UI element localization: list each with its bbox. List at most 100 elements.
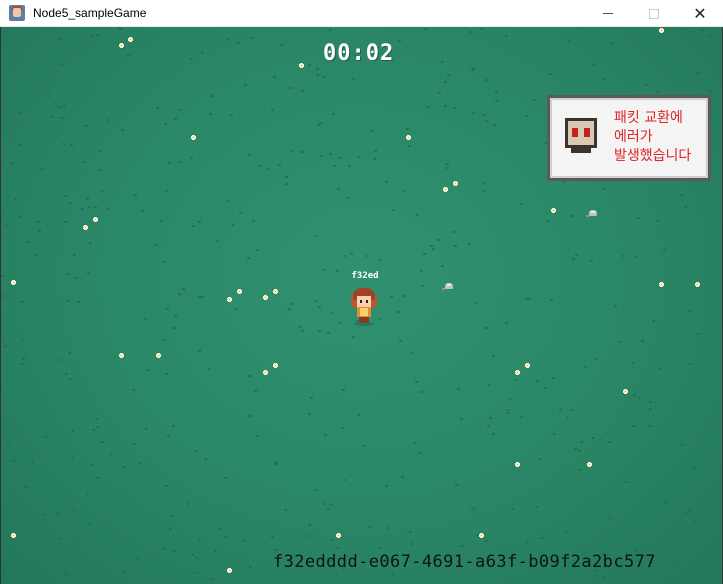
- grass-tuft: [430, 245, 433, 247]
- grass-tuft: [275, 463, 278, 465]
- grass-tuft: [38, 230, 41, 232]
- grass-tuft: [680, 194, 683, 196]
- grass-tuft: [198, 540, 201, 542]
- grass-tuft: [1, 275, 4, 277]
- grass-tuft: [333, 165, 336, 167]
- flower-decoration: [551, 208, 556, 213]
- game-canvas[interactable]: 00:02 f32ed 패킷 교환에 에러가 발생했습니다 f32edddd-e…: [1, 27, 722, 584]
- grass-tuft: [316, 74, 319, 76]
- grass-tuft: [398, 40, 401, 42]
- grass-tuft: [416, 214, 419, 216]
- grass-tuft: [74, 535, 77, 537]
- grass-tuft: [22, 358, 25, 360]
- grass-tuft: [471, 69, 474, 71]
- grass-tuft: [6, 225, 9, 227]
- flower-decoration: [93, 217, 98, 222]
- grass-tuft: [337, 547, 340, 549]
- grass-tuft: [457, 388, 460, 390]
- grass-tuft: [290, 150, 293, 152]
- grass-tuft: [460, 418, 463, 420]
- grass-tuft: [423, 253, 426, 255]
- grass-tuft: [63, 105, 66, 107]
- grass-tuft: [58, 538, 61, 540]
- flower-decoration: [515, 462, 520, 467]
- grass-tuft: [316, 68, 319, 70]
- flower-decoration: [695, 282, 700, 287]
- grass-tuft: [57, 512, 60, 514]
- maximize-button[interactable]: [631, 0, 677, 27]
- grass-tuft: [178, 161, 181, 163]
- grass-tuft: [399, 340, 402, 342]
- grass-tuft: [146, 369, 149, 371]
- grass-tuft: [174, 118, 177, 120]
- grass-tuft: [599, 439, 602, 441]
- grass-tuft: [700, 569, 703, 571]
- grass-tuft: [182, 288, 185, 290]
- grass-tuft: [41, 168, 44, 170]
- grass-tuft: [409, 531, 412, 533]
- grass-tuft: [165, 485, 168, 487]
- grass-tuft: [525, 298, 528, 300]
- grass-tuft: [224, 536, 227, 538]
- grass-tuft: [343, 255, 346, 257]
- grass-tuft: [509, 398, 512, 400]
- grass-tuft: [106, 208, 109, 210]
- grass-tuft: [51, 116, 54, 118]
- grass-tuft: [198, 221, 201, 223]
- grass-tuft: [86, 198, 89, 200]
- grass-tuft: [323, 76, 326, 78]
- grass-tuft: [167, 435, 170, 437]
- grass-tuft: [61, 117, 64, 119]
- window-titlebar[interactable]: Node5_sampleGame ✕: [0, 0, 723, 27]
- grass-tuft: [432, 248, 435, 250]
- grass-tuft: [35, 254, 38, 256]
- grass-tuft: [232, 224, 235, 226]
- grass-tuft: [273, 76, 276, 78]
- error-message-text: 패킷 교환에 에러가 발생했습니다: [614, 110, 692, 164]
- grass-tuft: [145, 428, 148, 430]
- grass-tuft: [701, 29, 704, 31]
- grass-tuft: [88, 206, 91, 208]
- grass-tuft: [329, 29, 332, 31]
- grass-tuft: [350, 253, 353, 255]
- grass-tuft: [343, 479, 346, 481]
- grass-tuft: [438, 92, 441, 94]
- grass-tuft: [574, 448, 577, 450]
- grass-tuft: [536, 380, 539, 382]
- maximize-icon: [649, 8, 659, 19]
- grass-tuft: [141, 210, 144, 212]
- minimize-button[interactable]: [585, 0, 631, 27]
- grass-tuft: [610, 42, 613, 44]
- grass-tuft: [85, 125, 88, 127]
- grass-tuft: [18, 112, 21, 114]
- close-button[interactable]: ✕: [677, 0, 723, 27]
- grass-tuft: [308, 524, 311, 526]
- grass-tuft: [631, 362, 634, 364]
- grass-tuft: [211, 578, 214, 580]
- grass-tuft: [592, 437, 595, 439]
- grass-tuft: [437, 239, 440, 241]
- grass-tuft: [453, 107, 456, 109]
- grass-tuft: [317, 124, 320, 126]
- grass-tuft: [482, 182, 485, 184]
- grass-tuft: [73, 254, 76, 256]
- grass-tuft: [195, 557, 198, 559]
- grass-tuft: [318, 330, 321, 332]
- grass-tuft: [248, 154, 251, 156]
- grass-tuft: [165, 373, 168, 375]
- grass-tuft: [201, 52, 204, 54]
- grass-tuft: [66, 273, 69, 275]
- grass-tuft: [420, 391, 423, 393]
- grass-tuft: [511, 508, 514, 510]
- grass-tuft: [308, 535, 311, 537]
- grass-tuft: [387, 527, 390, 529]
- grass-tuft: [602, 188, 605, 190]
- grass-tuft: [507, 412, 510, 414]
- grass-tuft: [330, 539, 333, 541]
- close-icon: ✕: [693, 3, 707, 23]
- grass-tuft: [250, 37, 253, 39]
- flower-decoration: [273, 363, 278, 368]
- grass-tuft: [171, 515, 174, 517]
- flower-decoration: [406, 135, 411, 140]
- grass-tuft: [90, 35, 93, 37]
